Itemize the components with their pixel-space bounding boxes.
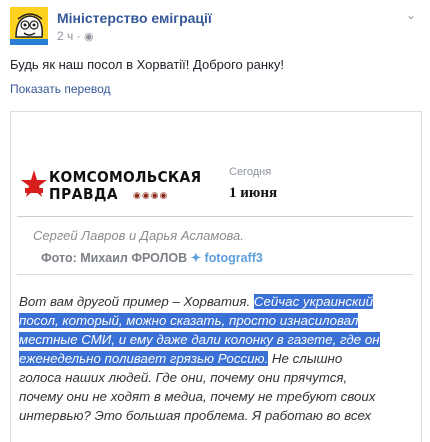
cartoon-face-icon (10, 7, 48, 45)
article-text-span: Не слышно (268, 351, 343, 366)
date-value: 1 июня (229, 185, 278, 201)
kp-star-icon (21, 170, 47, 197)
article-text-span: интервью? Это большая проблема. Я работа… (19, 408, 372, 423)
newspaper-header: КОМСОМОЛЬСКАЯ ПРАВДА ◉◉◉◉ Сегодня 1 июня (17, 152, 413, 217)
twitter-bird-icon: ✦ (190, 251, 205, 265)
photo-credit: Фото: Михаил ФРОЛОВ ✦ fotograff3 (41, 250, 263, 265)
separator-dot: · (76, 29, 84, 43)
article-line: интервью? Это большая проблема. Я работа… (19, 406, 414, 425)
highlighted-text: Сейчас украинский (253, 294, 374, 309)
photo-caption: Сергей Лавров и Дарья Асламова. Фото: Ми… (17, 218, 413, 275)
post-header: Міністерство еміграції 2 ч · ◉ ⌄ (10, 6, 422, 46)
caption-text: Сергей Лавров и Дарья Асламова. (33, 228, 244, 243)
kp-logo-line2: ПРАВДА (49, 185, 119, 203)
twitter-handle: fotograff3 (204, 251, 263, 265)
article-line: посол, который, можно сказать, просто из… (19, 311, 414, 330)
article-text: Вот вам другой пример – Хорватия. Сейчас… (19, 292, 414, 425)
date-label: Сегодня (229, 166, 272, 178)
article-line: Вот вам другой пример – Хорватия. Сейчас… (19, 292, 414, 311)
highlighted-text: еженедельно поливает грязью Россию. (19, 351, 269, 366)
page-avatar[interactable] (10, 7, 48, 45)
article-text-span: голоса наших людей. Где они, почему они … (19, 370, 348, 385)
highlighted-text: посол, который, можно сказать, просто из… (19, 313, 359, 328)
article-line: голоса наших людей. Где они, почему они … (19, 368, 414, 387)
kp-logo-line1: КОМСОМОЛЬСКАЯ (49, 168, 202, 186)
page-name-link[interactable]: Міністерство еміграції (57, 10, 212, 26)
show-translation-link[interactable]: Показать перевод (10, 82, 111, 96)
shared-image[interactable]: КОМСОМОЛЬСКАЯ ПРАВДА ◉◉◉◉ Сегодня 1 июня… (10, 111, 422, 442)
globe-icon: ◉ (83, 31, 94, 43)
medals-icon: ◉◉◉◉ (133, 190, 169, 200)
post-text: Будь як наш посол в Хорватії! Доброго ра… (10, 57, 284, 72)
photo-label: Фото: Михаил ФРОЛОВ (41, 251, 188, 265)
article-line: местные СМИ, и ему даже дали колонку в г… (19, 330, 414, 349)
article-line: еженедельно поливает грязью Россию. Не с… (19, 349, 414, 368)
chevron-down-icon[interactable]: ⌄ (406, 8, 420, 22)
article-text-span: Вот вам другой пример – Хорватия. (19, 294, 254, 309)
post-time[interactable]: 2 ч (57, 29, 73, 43)
kp-logo: КОМСОМОЛЬСКАЯ ПРАВДА ◉◉◉◉ (21, 168, 211, 212)
article-text-span: почему они не ходят в медиа, почему не т… (19, 389, 376, 404)
highlighted-text: местные СМИ, и ему даже дали колонку в г… (19, 332, 380, 347)
article-line: почему они не ходят в медиа, почему не т… (19, 387, 414, 406)
post-meta: 2 ч · ◉ (57, 29, 94, 43)
